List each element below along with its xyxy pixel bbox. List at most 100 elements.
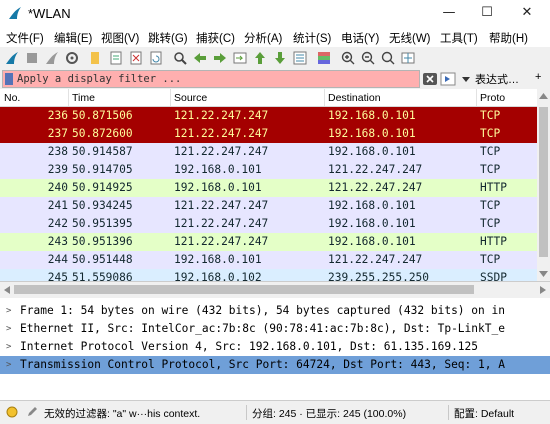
- pane-splitter[interactable]: [0, 281, 550, 299]
- filter-history-icon[interactable]: [458, 71, 474, 87]
- scroll-right-icon[interactable]: [540, 286, 546, 294]
- packet-row[interactable]: 238 50.914587 121.22.247.247 192.168.0.101 T…: [0, 143, 550, 161]
- status-bar: 无效的过滤器: "a" w···his context. 分组: 245 · 已…: [0, 400, 550, 424]
- cell-time: 50.914925: [72, 181, 133, 194]
- expand-arrow-icon[interactable]: >: [6, 320, 11, 338]
- scroll-up-icon[interactable]: [539, 93, 548, 99]
- expert-info-icon[interactable]: [6, 406, 18, 418]
- bookmark-icon[interactable]: [5, 73, 13, 85]
- zoom-in-icon[interactable]: [340, 50, 356, 66]
- cell-no: 244: [47, 253, 68, 266]
- menu-view[interactable]: 视图(V): [101, 30, 139, 46]
- go-to-icon[interactable]: [232, 50, 248, 66]
- clear-filter-icon[interactable]: [422, 71, 438, 87]
- options-icon[interactable]: [64, 50, 80, 66]
- cell-proto: TCP: [480, 217, 501, 230]
- menu-capture[interactable]: 捕获(C): [196, 30, 235, 46]
- detail-frame[interactable]: > Frame 1: 54 bytes on wire (432 bits), …: [0, 302, 550, 320]
- minimize-button[interactable]: —: [430, 2, 468, 26]
- column-no[interactable]: No.: [4, 92, 20, 104]
- packet-row[interactable]: 242 50.951395 121.22.247.247 192.168.0.101 T…: [0, 215, 550, 233]
- resize-columns-icon[interactable]: [400, 50, 416, 66]
- find-icon[interactable]: [172, 50, 188, 66]
- maximize-button[interactable]: ☐: [468, 2, 506, 26]
- main-toolbar: [0, 47, 550, 70]
- menu-file[interactable]: 文件(F): [6, 30, 44, 46]
- cell-no: 239: [47, 163, 68, 176]
- detail-tcp[interactable]: > Transmission Control Protocol, Src Por…: [0, 356, 550, 374]
- last-icon[interactable]: [272, 50, 288, 66]
- expand-arrow-icon[interactable]: >: [6, 338, 11, 356]
- scrollbar-thumb[interactable]: [539, 107, 548, 257]
- cell-time: 50.914705: [72, 163, 133, 176]
- packet-row[interactable]: 236 50.871506 121.22.247.247 192.168.0.101 T…: [0, 107, 550, 125]
- packet-row[interactable]: 239 50.914705 192.168.0.101 121.22.247.247 T…: [0, 161, 550, 179]
- cell-src: 121.22.247.247: [174, 217, 269, 230]
- menu-edit[interactable]: 编辑(E): [54, 30, 92, 46]
- stop-icon[interactable]: [24, 50, 40, 66]
- cell-proto: TCP: [480, 199, 501, 212]
- packet-row[interactable]: 245 51.559086 192.168.0.102 239.255.255.250…: [0, 269, 550, 281]
- save-file-icon[interactable]: [108, 50, 124, 66]
- column-protocol[interactable]: Proto: [480, 92, 505, 104]
- cell-proto: HTTP: [480, 235, 507, 248]
- cell-time: 50.951448: [72, 253, 133, 266]
- close-file-icon[interactable]: [128, 50, 144, 66]
- menu-go[interactable]: 跳转(G): [148, 30, 188, 46]
- add-filter-button[interactable]: +: [535, 71, 541, 83]
- expand-arrow-icon[interactable]: >: [6, 356, 11, 374]
- cell-time: 50.871506: [72, 109, 133, 122]
- wireshark-fin-icon: [9, 7, 21, 19]
- packet-row[interactable]: 237 50.872600 121.22.247.247 192.168.0.101 T…: [0, 125, 550, 143]
- packet-row[interactable]: 241 50.934245 121.22.247.247 192.168.0.101 T…: [0, 197, 550, 215]
- restart-icon[interactable]: [44, 50, 60, 66]
- autoscroll-icon[interactable]: [292, 50, 308, 66]
- menu-tools[interactable]: 工具(T): [440, 30, 478, 46]
- packet-list-scrollbar[interactable]: [537, 89, 550, 281]
- scroll-down-icon[interactable]: [539, 271, 548, 277]
- open-file-icon[interactable]: [88, 50, 104, 66]
- zoom-out-icon[interactable]: [360, 50, 376, 66]
- menu-telephony[interactable]: 电话(Y): [341, 30, 379, 46]
- forward-icon[interactable]: [212, 50, 228, 66]
- detail-ip[interactable]: > Internet Protocol Version 4, Src: 192.…: [0, 338, 550, 356]
- detail-ethernet[interactable]: > Ethernet II, Src: IntelCor_ac:7b:8c (9…: [0, 320, 550, 338]
- cell-proto: TCP: [480, 145, 501, 158]
- display-filter-bar: Apply a display filter ... 表达式… +: [0, 69, 550, 89]
- cell-dst: 121.22.247.247: [328, 163, 423, 176]
- packet-row[interactable]: 243 50.951396 121.22.247.247 192.168.0.101 H…: [0, 233, 550, 251]
- fin-start-icon[interactable]: [4, 50, 20, 66]
- back-icon[interactable]: [192, 50, 208, 66]
- expression-button[interactable]: 表达式…: [475, 71, 519, 87]
- scroll-left-icon[interactable]: [4, 286, 10, 294]
- edit-comment-icon[interactable]: [26, 406, 38, 418]
- packet-row[interactable]: 244 50.951448 192.168.0.101 121.22.247.247 T…: [0, 251, 550, 269]
- cell-dst: 192.168.0.101: [328, 199, 416, 212]
- column-source[interactable]: Source: [174, 92, 207, 104]
- cell-time: 50.951395: [72, 217, 133, 230]
- menu-statistics[interactable]: 统计(S): [293, 30, 331, 46]
- apply-filter-icon[interactable]: [440, 71, 456, 87]
- menu-bar: 文件(F) 编辑(E) 视图(V) 跳转(G) 捕获(C) 分析(A) 统计(S…: [0, 28, 550, 47]
- profile-label[interactable]: 配置: Default: [454, 406, 514, 421]
- first-icon[interactable]: [252, 50, 268, 66]
- packet-row[interactable]: 240 50.914925 192.168.0.101 121.22.247.247 H…: [0, 179, 550, 197]
- menu-wireless[interactable]: 无线(W): [389, 30, 431, 46]
- menu-analyze[interactable]: 分析(A): [244, 30, 282, 46]
- menu-help[interactable]: 帮助(H): [489, 30, 528, 46]
- cell-src: 192.168.0.102: [174, 271, 262, 281]
- cell-time: 50.872600: [72, 127, 133, 140]
- expand-arrow-icon[interactable]: >: [6, 302, 11, 320]
- cell-proto: SSDP: [480, 271, 507, 281]
- horizontal-scrollbar-thumb[interactable]: [14, 285, 474, 294]
- zoom-normal-icon[interactable]: [380, 50, 396, 66]
- packet-count: 分组: 245 · 已显示: 245 (100.0%): [252, 408, 407, 420]
- cell-no: 240: [47, 181, 68, 194]
- column-time[interactable]: Time: [72, 92, 95, 104]
- colorize-icon[interactable]: [316, 50, 332, 66]
- display-filter-input[interactable]: Apply a display filter ...: [2, 70, 420, 88]
- cell-no: 236: [47, 109, 68, 122]
- close-button[interactable]: ✕: [508, 2, 546, 26]
- column-destination[interactable]: Destination: [328, 92, 381, 104]
- reload-icon[interactable]: [148, 50, 164, 66]
